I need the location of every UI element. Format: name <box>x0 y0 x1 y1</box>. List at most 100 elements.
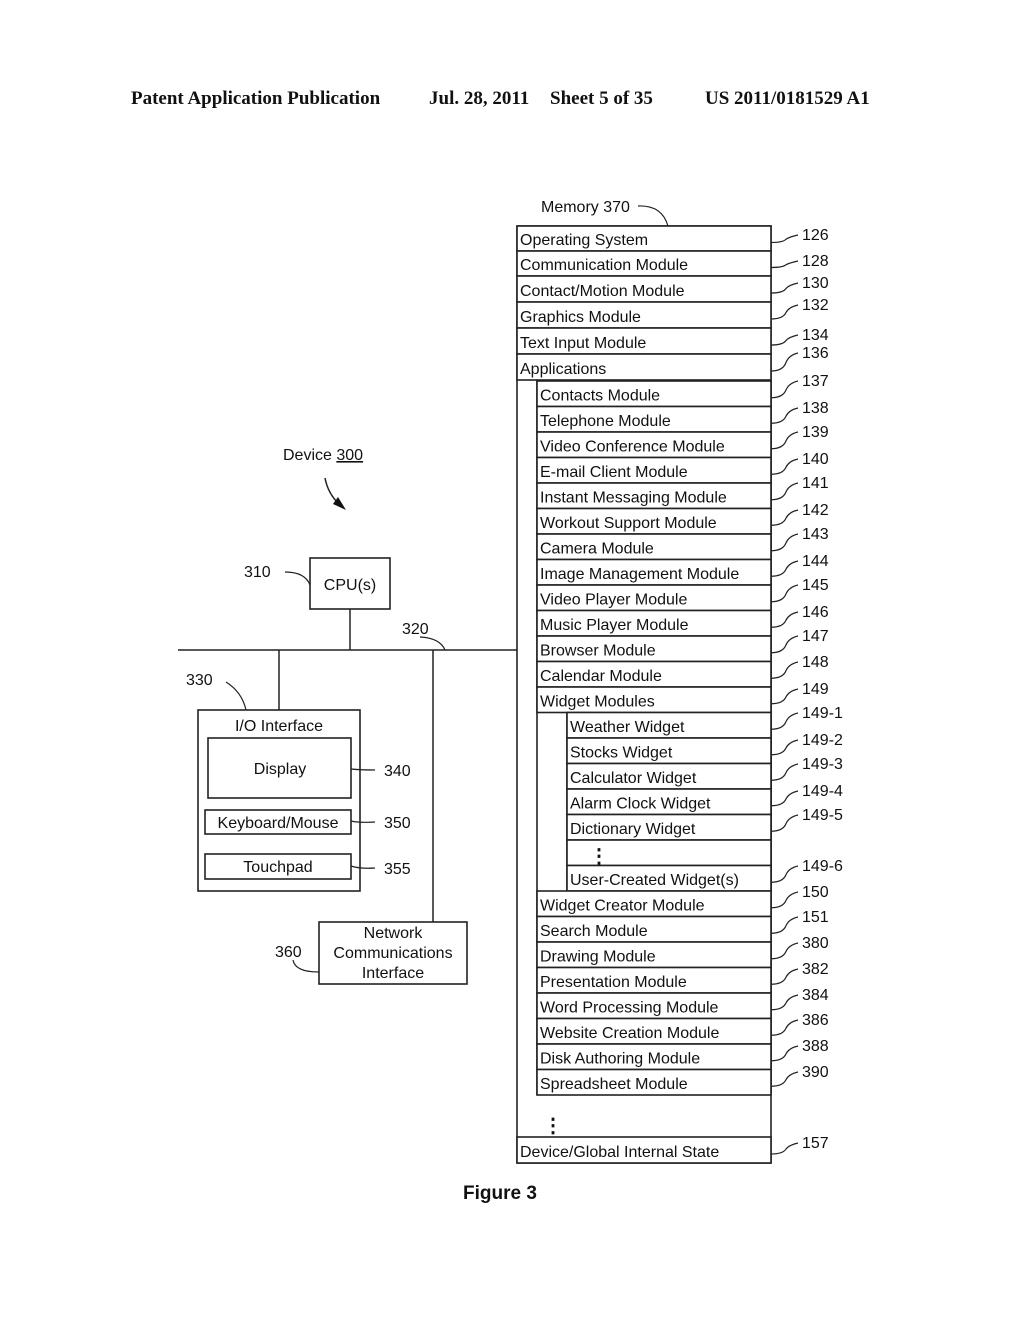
app-row-3-ref: 140 <box>802 451 829 468</box>
app-row-0-leader <box>770 380 799 399</box>
widget-row-1-leader <box>770 739 799 756</box>
widget-row-4-leader <box>770 814 799 832</box>
app-row-2-label: Video Conference Module <box>540 439 725 456</box>
touchpad-label: Touchpad <box>243 859 312 876</box>
widget-row-6-leader <box>770 865 799 883</box>
app-after-row-4-ref: 384 <box>802 987 829 1004</box>
app-after-row-3-label: Presentation Module <box>540 974 687 991</box>
app-row-2-leader <box>770 431 799 450</box>
app-row-4-leader <box>770 482 799 501</box>
app-after-row-3-leader <box>770 968 799 985</box>
memory-label: Memory 370 <box>541 199 630 216</box>
app-after-row-7-leader <box>770 1071 799 1087</box>
app-row-7-ref: 144 <box>802 553 829 570</box>
widget-row-2-leader <box>770 763 799 781</box>
widget-ellipsis-icon: ⋮ <box>589 846 609 868</box>
app-row-11-label: Calendar Module <box>540 668 662 685</box>
app-row-9-ref: 146 <box>802 604 829 621</box>
io-interface-label: I/O Interface <box>235 718 323 735</box>
app-row-10-leader <box>770 635 799 654</box>
app-row-0-label: Contacts Module <box>540 388 660 405</box>
app-after-row-0-label: Widget Creator Module <box>540 898 705 915</box>
cpu-label: CPU(s) <box>324 577 376 594</box>
app-row-11-ref: 148 <box>802 654 829 671</box>
memory-row-3-ref: 132 <box>802 297 829 314</box>
app-after-row-5-ref: 386 <box>802 1012 829 1029</box>
app-row-12-label: Widget Modules <box>540 694 655 711</box>
figure-caption: Figure 3 <box>463 1183 537 1204</box>
app-row-6-ref: 143 <box>802 526 829 543</box>
app-after-row-2-leader <box>770 942 799 960</box>
memory-row-0-ref: 126 <box>802 227 829 244</box>
display-label: Display <box>254 761 306 778</box>
memory-row-3-label: Graphics Module <box>520 309 641 326</box>
app-row-10-label: Browser Module <box>540 643 656 660</box>
memory-row-2-label: Contact/Motion Module <box>520 283 685 300</box>
app-row-1-ref: 138 <box>802 400 829 417</box>
memory-row-0-leader <box>770 234 799 244</box>
widget-row-3-label: Alarm Clock Widget <box>570 796 711 813</box>
memory-row-5-ref: 136 <box>802 345 829 362</box>
app-after-row-1-ref: 151 <box>802 909 829 926</box>
app-row-12-leader <box>770 688 799 705</box>
widget-row-6-ref: 149-6 <box>802 858 843 875</box>
device-arrow-icon <box>324 477 346 510</box>
memory-row-5-leader <box>770 352 799 372</box>
network-leader <box>292 959 320 973</box>
app-after-row-0-leader <box>770 891 799 909</box>
app-after-row-2-label: Drawing Module <box>540 949 656 966</box>
display-ref: 340 <box>384 763 411 780</box>
app-after-row-0-ref: 150 <box>802 884 829 901</box>
cpu-leader <box>284 571 311 586</box>
memory-row-1-ref: 128 <box>802 253 829 270</box>
memory-row-2-leader <box>770 282 799 294</box>
network-label-line-3: Interface <box>362 965 424 982</box>
app-row-1-label: Telephone Module <box>540 413 671 430</box>
memory-row-4-label: Text Input Module <box>520 335 646 352</box>
widget-row-0-leader <box>770 712 799 730</box>
app-row-12-ref: 149 <box>802 681 829 698</box>
memory-bottom-row-label: Device/Global Internal State <box>520 1144 719 1161</box>
network-ref: 360 <box>275 944 302 961</box>
bus-leader <box>419 636 446 651</box>
app-after-row-1-leader <box>770 916 799 934</box>
app-row-7-label: Image Management Module <box>540 566 739 583</box>
widget-row-1-ref: 149-2 <box>802 732 843 749</box>
app-after-row-4-leader <box>770 994 799 1011</box>
memory-leader <box>637 205 669 227</box>
app-row-5-leader <box>770 509 799 526</box>
widget-row-2-ref: 149-3 <box>802 756 843 773</box>
io-leader <box>225 681 247 711</box>
memory-bottom-row-leader <box>770 1142 799 1155</box>
app-row-2-ref: 139 <box>802 424 829 441</box>
app-row-4-label: Instant Messaging Module <box>540 490 727 507</box>
memory-row-3-leader <box>770 304 799 320</box>
app-after-row-4-label: Word Processing Module <box>540 1000 719 1017</box>
app-after-row-6-label: Disk Authoring Module <box>540 1051 700 1068</box>
app-row-1-leader <box>770 407 799 424</box>
app-row-10-ref: 147 <box>802 628 829 645</box>
app-row-9-label: Music Player Module <box>540 617 689 634</box>
network-label-line-2: Communications <box>333 945 452 962</box>
widget-row-2-label: Calculator Widget <box>570 770 697 787</box>
app-row-6-leader <box>770 533 799 552</box>
app-after-row-5-leader <box>770 1019 799 1036</box>
app-row-9-leader <box>770 611 799 628</box>
app-row-5-ref: 142 <box>802 502 829 519</box>
memory-row-5-label: Applications <box>520 361 606 378</box>
app-after-row-6-ref: 388 <box>802 1038 829 1055</box>
keyboard-mouse-label: Keyboard/Mouse <box>218 815 339 832</box>
app-after-row-3-ref: 382 <box>802 961 829 978</box>
app-row-5-label: Workout Support Module <box>540 515 717 532</box>
memory-row-4-ref: 134 <box>802 327 829 344</box>
app-row-8-leader <box>770 584 799 603</box>
widget-row-3-leader <box>770 790 799 807</box>
bus-ref: 320 <box>402 621 429 638</box>
widget-row-3-ref: 149-4 <box>802 783 843 800</box>
memory-row-1-label: Communication Module <box>520 257 688 274</box>
io-ref: 330 <box>186 672 213 689</box>
widget-row-0-ref: 149-1 <box>802 705 843 722</box>
app-after-row-1-label: Search Module <box>540 923 648 940</box>
widget-row-6-label: User-Created Widget(s) <box>570 872 739 889</box>
app-row-3-label: E-mail Client Module <box>540 464 688 481</box>
